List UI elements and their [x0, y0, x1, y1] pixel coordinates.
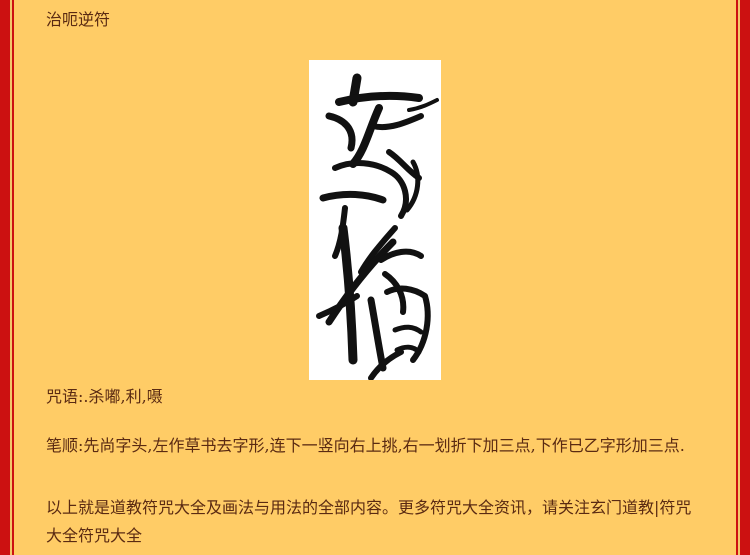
- talisman-calligraphy-icon: [316, 73, 439, 380]
- page: { "article": { "title": "治呃逆符", "incanta…: [0, 0, 750, 555]
- left-border: [0, 0, 14, 555]
- footer-note: 以上就是道教符咒大全及画法与用法的全部内容。更多符咒大全资讯，请关注玄门道教|符…: [46, 498, 692, 545]
- stroke-order-text: 笔顺:先尚字头,左作草书去字形,连下一竖向右上挑,右一划折下加三点,下作已乙字形…: [46, 436, 685, 455]
- talisman-image: [309, 60, 441, 380]
- right-border: [736, 0, 750, 555]
- article-content: 治呃逆符 咒语:.杀嘟,利,嗫 笔顺:先尚字头,左作草书去字形,连下一竖向右上挑…: [46, 0, 706, 545]
- incantation-text: 咒语:.杀嘟,利,嗫: [46, 387, 163, 406]
- talisman-title: 治呃逆符: [46, 10, 111, 29]
